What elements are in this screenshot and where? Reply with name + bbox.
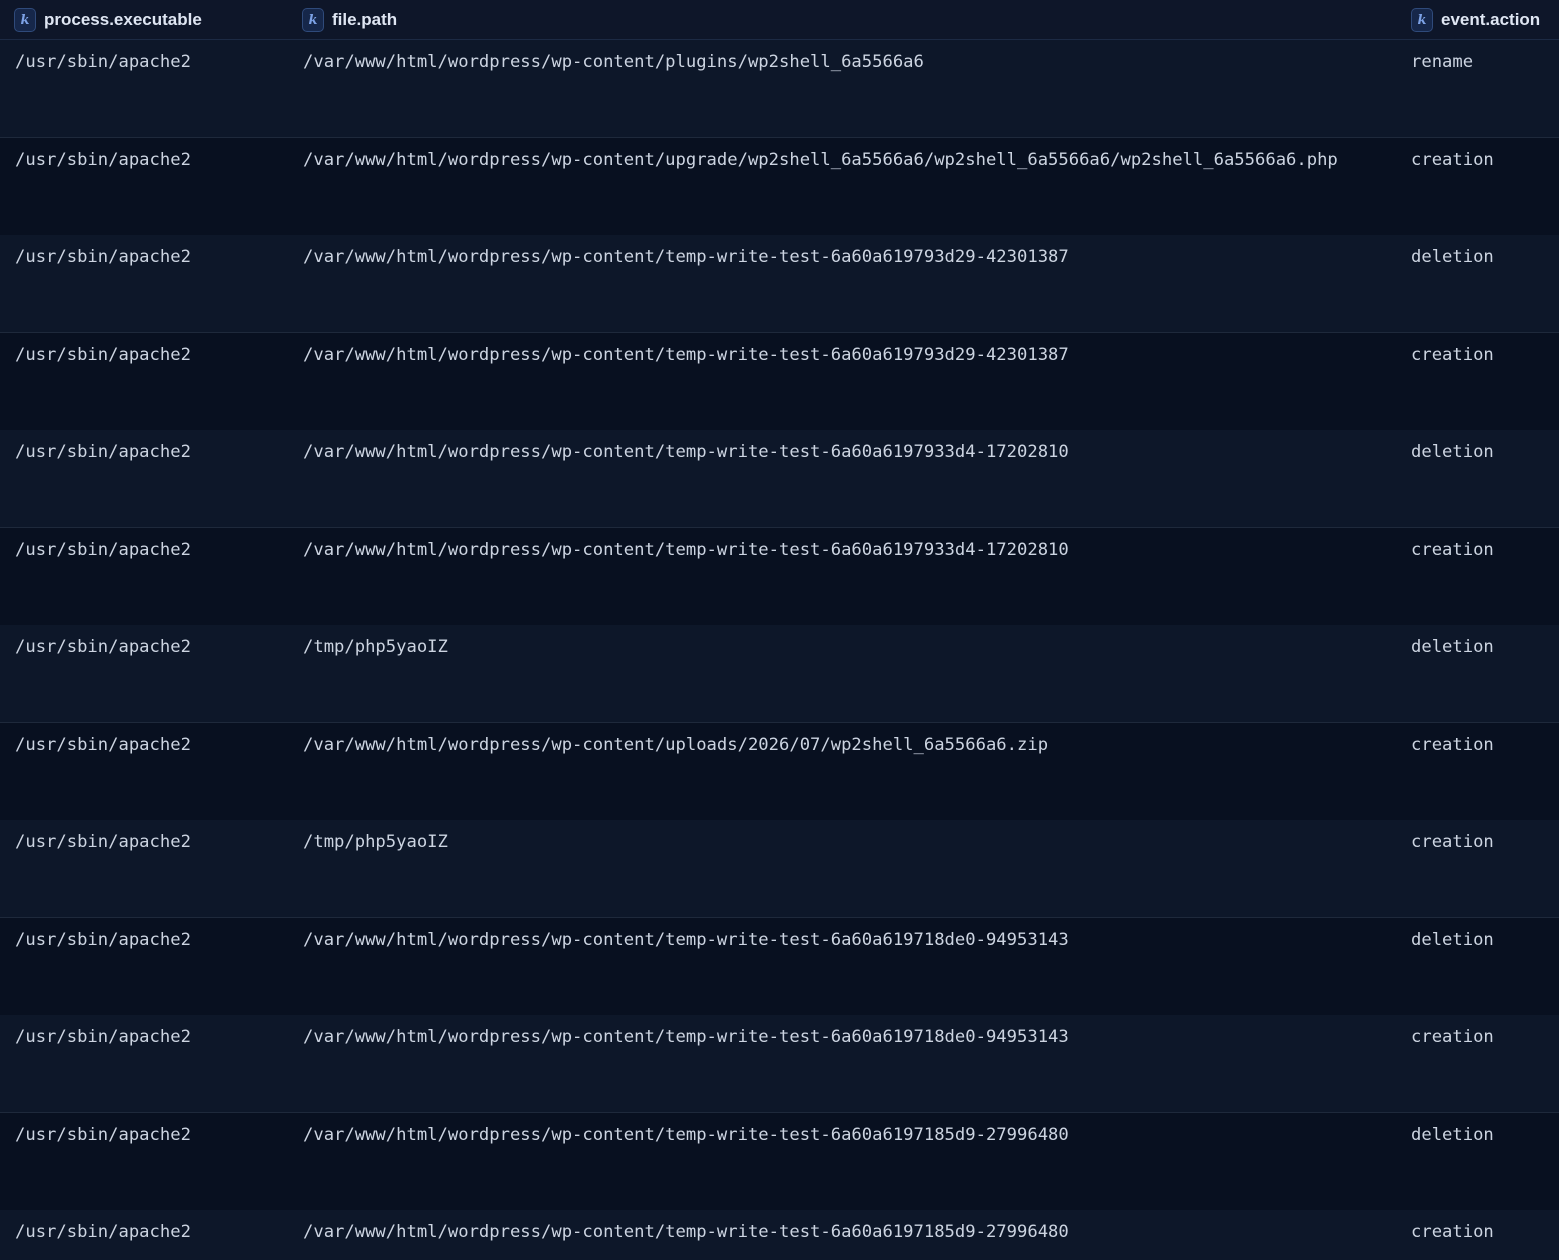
cell-file-path: /var/www/html/wordpress/wp-content/temp-… bbox=[303, 1027, 1069, 1047]
cell-process-executable: /usr/sbin/apache2 bbox=[15, 1222, 191, 1242]
cell-file-path: /tmp/php5yaoIZ bbox=[303, 832, 448, 852]
table-row[interactable]: /usr/sbin/apache2 /var/www/html/wordpres… bbox=[0, 1113, 1559, 1211]
cell-file-path: /var/www/html/wordpress/wp-content/temp-… bbox=[303, 442, 1069, 462]
cell-file-path: /var/www/html/wordpress/wp-content/temp-… bbox=[303, 930, 1069, 950]
column-header-label: event.action bbox=[1441, 10, 1541, 29]
cell-file-path: /var/www/html/wordpress/wp-content/upgra… bbox=[303, 150, 1338, 170]
cell-event-action: deletion bbox=[1411, 247, 1494, 267]
column-header-label: file.path bbox=[332, 10, 398, 29]
cell-event-action: deletion bbox=[1411, 1125, 1494, 1145]
cell-event-action: creation bbox=[1411, 540, 1494, 560]
table-row[interactable]: /usr/sbin/apache2 /var/www/html/wordpres… bbox=[0, 723, 1559, 821]
cell-process-executable: /usr/sbin/apache2 bbox=[15, 1125, 191, 1145]
cell-event-action: creation bbox=[1411, 832, 1494, 852]
cell-event-action: creation bbox=[1411, 735, 1494, 755]
cell-file-path: /tmp/php5yaoIZ bbox=[303, 637, 448, 657]
cell-file-path: /var/www/html/wordpress/wp-content/plugi… bbox=[303, 52, 924, 72]
table-row[interactable]: /usr/sbin/apache2 /tmp/php5yaoIZ creatio… bbox=[0, 820, 1559, 918]
cell-process-executable: /usr/sbin/apache2 bbox=[15, 345, 191, 365]
cell-file-path: /var/www/html/wordpress/wp-content/temp-… bbox=[303, 540, 1069, 560]
results-table: k process.executable k file.path k event… bbox=[0, 0, 1559, 1260]
cell-event-action: deletion bbox=[1411, 930, 1494, 950]
cell-event-action: creation bbox=[1411, 1222, 1494, 1242]
cell-file-path: /var/www/html/wordpress/wp-content/temp-… bbox=[303, 1125, 1069, 1145]
cell-process-executable: /usr/sbin/apache2 bbox=[15, 247, 191, 267]
cell-file-path: /var/www/html/wordpress/wp-content/temp-… bbox=[303, 247, 1069, 267]
cell-process-executable: /usr/sbin/apache2 bbox=[15, 637, 191, 657]
cell-file-path: /var/www/html/wordpress/wp-content/temp-… bbox=[303, 1222, 1069, 1242]
cell-event-action: creation bbox=[1411, 345, 1494, 365]
column-header-event-action[interactable]: k event.action bbox=[1411, 0, 1540, 40]
table-row[interactable]: /usr/sbin/apache2 /var/www/html/wordpres… bbox=[0, 918, 1559, 1016]
cell-process-executable: /usr/sbin/apache2 bbox=[15, 735, 191, 755]
cell-process-executable: /usr/sbin/apache2 bbox=[15, 1027, 191, 1047]
cell-event-action: creation bbox=[1411, 150, 1494, 170]
cell-process-executable: /usr/sbin/apache2 bbox=[15, 150, 191, 170]
table-row[interactable]: /usr/sbin/apache2 /var/www/html/wordpres… bbox=[0, 528, 1559, 626]
cell-event-action: deletion bbox=[1411, 442, 1494, 462]
cell-event-action: deletion bbox=[1411, 637, 1494, 657]
table-row[interactable]: /usr/sbin/apache2 /var/www/html/wordpres… bbox=[0, 333, 1559, 431]
cell-process-executable: /usr/sbin/apache2 bbox=[15, 540, 191, 560]
cell-process-executable: /usr/sbin/apache2 bbox=[15, 832, 191, 852]
keyword-type-icon: k bbox=[302, 8, 324, 32]
cell-file-path: /var/www/html/wordpress/wp-content/temp-… bbox=[303, 345, 1069, 365]
table-row[interactable]: /usr/sbin/apache2 /var/www/html/wordpres… bbox=[0, 1210, 1559, 1260]
table-row[interactable]: /usr/sbin/apache2 /var/www/html/wordpres… bbox=[0, 430, 1559, 528]
table-row[interactable]: /usr/sbin/apache2 /var/www/html/wordpres… bbox=[0, 138, 1559, 236]
cell-process-executable: /usr/sbin/apache2 bbox=[15, 52, 191, 72]
keyword-type-icon: k bbox=[1411, 8, 1433, 32]
cell-process-executable: /usr/sbin/apache2 bbox=[15, 442, 191, 462]
column-header-file-path[interactable]: k file.path bbox=[302, 0, 397, 40]
table-row[interactable]: /usr/sbin/apache2 /tmp/php5yaoIZ deletio… bbox=[0, 625, 1559, 723]
column-header-process-executable[interactable]: k process.executable bbox=[14, 0, 202, 40]
table-header: k process.executable k file.path k event… bbox=[0, 0, 1559, 40]
table-row[interactable]: /usr/sbin/apache2 /var/www/html/wordpres… bbox=[0, 40, 1559, 138]
column-header-label: process.executable bbox=[44, 10, 202, 29]
table-row[interactable]: /usr/sbin/apache2 /var/www/html/wordpres… bbox=[0, 1015, 1559, 1113]
cell-file-path: /var/www/html/wordpress/wp-content/uploa… bbox=[303, 735, 1049, 755]
cell-event-action: creation bbox=[1411, 1027, 1494, 1047]
keyword-type-icon: k bbox=[14, 8, 36, 32]
table-row[interactable]: /usr/sbin/apache2 /var/www/html/wordpres… bbox=[0, 235, 1559, 333]
cell-event-action: rename bbox=[1411, 52, 1474, 72]
cell-process-executable: /usr/sbin/apache2 bbox=[15, 930, 191, 950]
